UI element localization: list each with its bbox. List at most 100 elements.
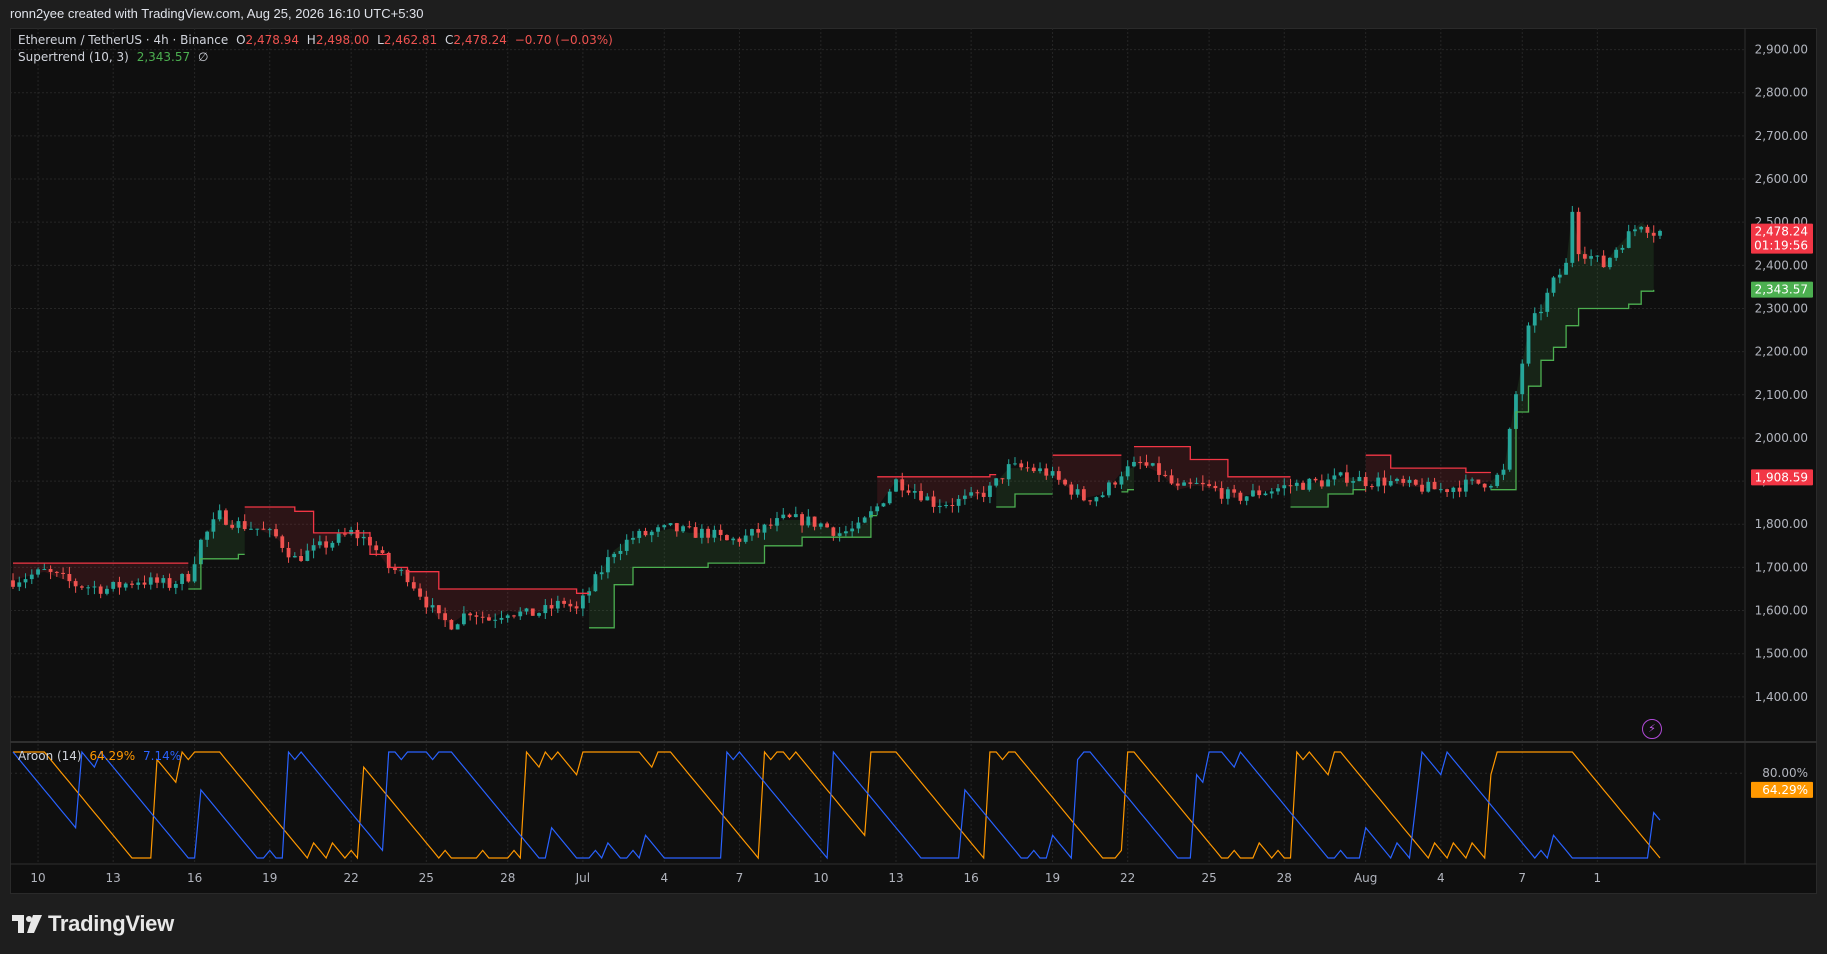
candles: [11, 205, 1662, 631]
candle-body: [343, 533, 347, 535]
candle-body: [1651, 232, 1656, 236]
candle-body: [487, 617, 491, 621]
footer: [0, 894, 1827, 954]
candle-body: [255, 528, 260, 530]
candle-body: [1157, 463, 1161, 475]
candle-body: [79, 586, 84, 588]
candle-body: [1182, 482, 1186, 486]
candle-body: [1263, 493, 1268, 496]
candle-body: [537, 613, 541, 616]
candle-body: [743, 535, 748, 542]
supertrend-label: Supertrend (10, 3): [18, 50, 129, 64]
candle-body: [217, 510, 222, 520]
time-axis: 10 13 16 19 22 25 28 Jul 4 7 10 13 16 19 22 25 28 Aug 4 7 1: [30, 871, 1601, 885]
candle-body: [775, 518, 779, 526]
time-tick-label: 16: [964, 871, 979, 885]
candle-body: [530, 608, 535, 616]
tradingview-logo-icon: [12, 915, 42, 933]
candle-body: [699, 528, 704, 538]
candle-body: [317, 541, 322, 546]
symbol-legend: Ethereum / TetherUS · 4h · Binance O2,47…: [18, 33, 617, 47]
credit-bar: ronn2yee created with TradingView.com, A…: [0, 0, 1827, 28]
candle-body: [299, 555, 303, 561]
tradingview-logo[interactable]: TradingView: [12, 910, 174, 938]
candle-body: [148, 577, 153, 585]
lightning-icon[interactable]: ⚡: [1642, 719, 1662, 739]
candle-body: [48, 569, 53, 572]
candle-body: [1063, 479, 1067, 485]
candle-body: [1338, 472, 1343, 476]
candle-body: [1326, 479, 1330, 487]
candle-body: [17, 582, 22, 587]
candle-body: [430, 605, 435, 608]
candle-body: [23, 579, 28, 583]
candle-body: [436, 605, 441, 614]
candle-body: [374, 545, 379, 551]
time-tick-label: 4: [660, 871, 668, 885]
candle-body: [1545, 292, 1550, 312]
candle-body: [286, 547, 291, 558]
candle-body: [574, 606, 579, 609]
candle-body: [1332, 475, 1337, 480]
candle-body: [643, 530, 648, 536]
candle-body: [1313, 478, 1318, 481]
candle-body: [54, 571, 59, 573]
candle-body: [167, 578, 172, 588]
price-tick-label: 2,600.00: [1755, 172, 1808, 186]
candle-body: [1200, 482, 1205, 485]
candle-body: [1557, 274, 1562, 278]
candle-body: [1357, 476, 1362, 482]
candle-body: [1081, 489, 1086, 501]
candle-body: [681, 526, 685, 532]
supertrend-fill-up: [996, 468, 1053, 507]
price-tick-label: 2,200.00: [1755, 345, 1808, 359]
candle-body: [424, 596, 429, 608]
price-tick-label: 1,600.00: [1755, 604, 1808, 618]
candle-body: [11, 580, 15, 587]
candle-body: [818, 523, 823, 527]
candle-body: [950, 505, 955, 507]
candle-body: [1225, 489, 1230, 499]
candle-body: [324, 541, 329, 548]
candle-body: [1044, 468, 1049, 476]
candle-body: [1132, 461, 1136, 467]
time-tick-label: 13: [888, 871, 903, 885]
candle-body: [267, 529, 272, 531]
candle-body: [336, 533, 341, 543]
price-tick-label: 2,300.00: [1755, 301, 1808, 315]
candle-body: [461, 613, 466, 625]
price-badge-label: 2,343.57: [1755, 283, 1808, 297]
candle-body: [161, 578, 166, 583]
candle-body: [1075, 489, 1080, 495]
price-axis: 1,400.00 1,500.00 1,600.00 1,700.00 1,800.00…: [1751, 43, 1813, 798]
candle-body: [912, 490, 917, 493]
candle-body: [862, 517, 867, 523]
time-tick-label: 22: [1120, 871, 1135, 885]
candle-body: [1382, 477, 1387, 486]
candle-body: [750, 529, 754, 536]
countdown-label: 01:19:56: [1754, 239, 1808, 253]
candle-body: [393, 568, 397, 570]
candle-body: [1432, 481, 1437, 490]
candle-body: [1113, 482, 1118, 485]
price-badge-label: 1,908.59: [1755, 470, 1808, 484]
candle-body: [1363, 476, 1368, 487]
candle-body: [1088, 500, 1093, 502]
aroon-down-line: [12, 750, 1661, 860]
candle-body: [1144, 462, 1149, 466]
candle-body: [925, 496, 930, 501]
candle-body: [937, 505, 942, 507]
candle-body: [543, 605, 548, 614]
candle-body: [142, 582, 147, 585]
candle-body: [1413, 479, 1418, 485]
time-tick-label: 13: [106, 871, 121, 885]
candle-body: [1219, 488, 1224, 499]
chart-canvas[interactable]: 1,400.00 1,500.00 1,600.00 1,700.00 1,800.00…: [10, 28, 1817, 894]
time-tick-label: Aug: [1354, 871, 1377, 885]
candle-body: [249, 528, 253, 530]
candle-body: [1645, 226, 1650, 233]
candle-body: [1269, 491, 1274, 494]
candle-body: [1407, 479, 1412, 483]
candle-body: [505, 615, 510, 618]
candle-body: [549, 605, 554, 609]
